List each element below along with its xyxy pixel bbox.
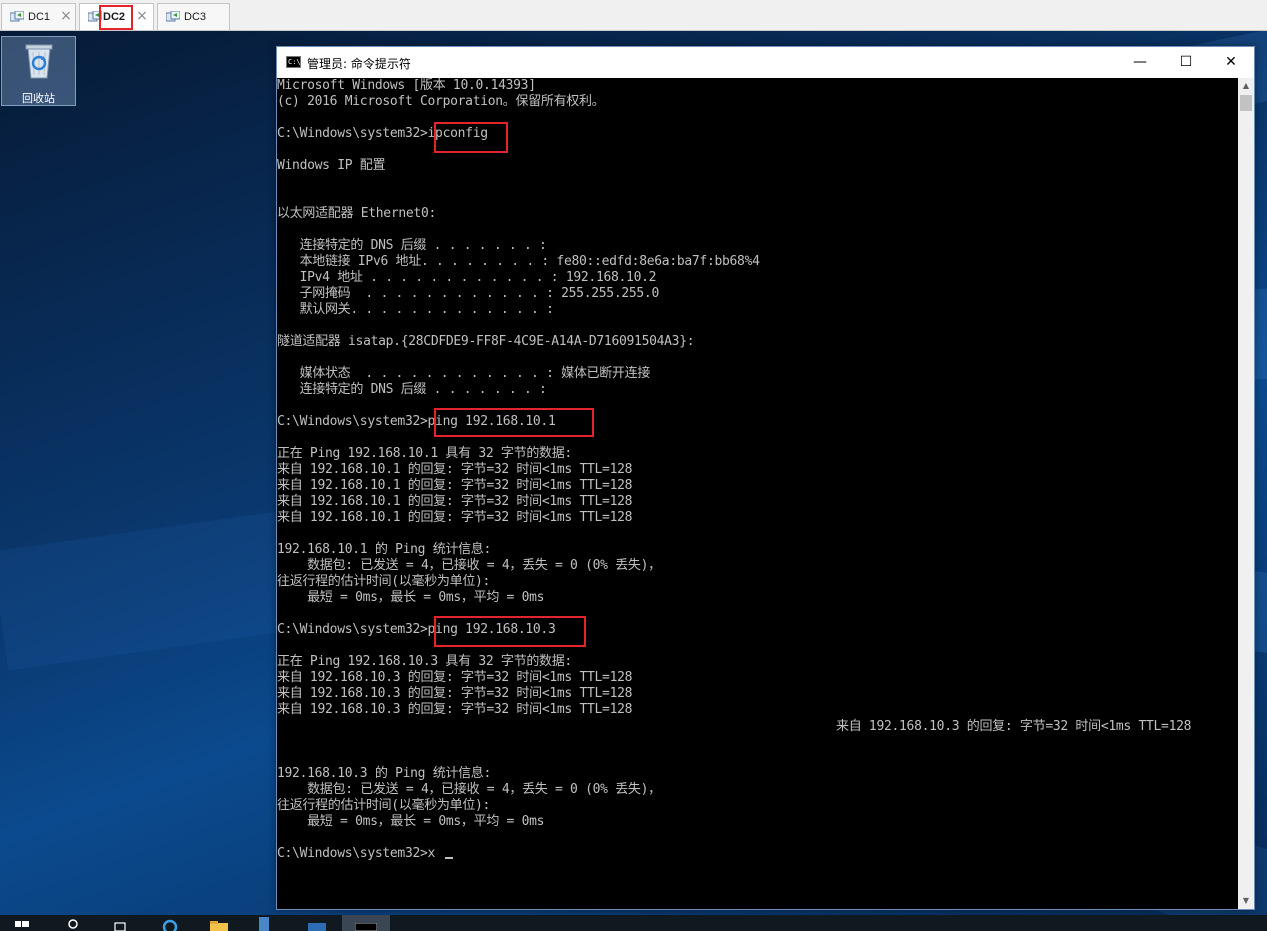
close-button[interactable]: ✕ [1208,47,1254,78]
file-explorer-icon[interactable] [208,915,230,931]
start-icon[interactable] [14,915,30,931]
console-line: 数据包: 已发送 = 4，已接收 = 4，丢失 = 0 (0% 丢失)， [277,558,661,573]
console-line: 来自 192.168.10.3 的回复: 字节=32 时间<1ms TTL=12… [277,670,633,685]
powershell-icon[interactable] [306,915,328,931]
scroll-down-icon[interactable]: ▼ [1238,893,1254,909]
console-line: C:\Windows\system32>ipconfig [277,126,488,141]
recycle-bin-icon [25,44,53,79]
cmd-icon: C:\ [286,56,301,68]
vm-icon [166,11,180,22]
vertical-scrollbar[interactable]: ▲ ▼ [1238,78,1254,909]
vm-tab-strip: DC1 × DC2 × DC3 [0,0,1267,31]
console-line: 数据包: 已发送 = 4，已接收 = 4，丢失 = 0 (0% 丢失)， [277,782,661,797]
scroll-up-icon[interactable]: ▲ [1238,78,1254,94]
highlight-box-ping-3 [434,616,586,647]
console-line: 默认网关. . . . . . . . . . . . . : [277,302,554,317]
highlight-box-ping-1 [434,408,594,437]
internet-explorer-icon[interactable] [160,915,180,931]
wallpaper-beam [0,509,306,671]
console-line: C:\Windows\system32>x [277,846,436,861]
highlight-box-dc2 [99,5,133,30]
console-line: 来自 192.168.10.3 的回复: 字节=32 时间<1ms TTL=12… [277,686,633,701]
taskbar [0,915,1267,931]
console-line: 本地链接 IPv6 地址. . . . . . . . : fe80::edfd… [277,254,760,269]
recycle-bin-label: 回收站 [22,92,55,105]
cmd-icon [355,923,377,931]
window-title: 管理员: 命令提示符 [307,57,411,71]
console-line: 最短 = 0ms，最长 = 0ms，平均 = 0ms [277,590,545,605]
scroll-thumb[interactable] [1240,95,1252,111]
taskbar-cmd-active[interactable] [342,915,390,931]
console-line: 来自 192.168.10.3 的回复: 字节=32 时间<1ms TTL=12… [277,702,633,717]
vm-tab-label: DC3 [184,11,207,23]
console-line: 正在 Ping 192.168.10.3 具有 32 字节的数据: [277,654,572,669]
text-cursor [445,857,453,859]
console-line: 正在 Ping 192.168.10.1 具有 32 字节的数据: [277,446,572,461]
console-output[interactable]: Microsoft Windows [版本 10.0.14393] (c) 201… [277,78,1238,909]
console-line: 192.168.10.3 的 Ping 统计信息: [277,766,492,781]
server-manager-icon[interactable] [256,915,272,931]
close-tab-icon[interactable]: × [59,8,73,24]
console-line: Microsoft Windows [版本 10.0.14393] [277,78,536,93]
console-line: 来自 192.168.10.1 的回复: 字节=32 时间<1ms TTL=12… [277,494,633,509]
console-line: 来自 192.168.10.1 的回复: 字节=32 时间<1ms TTL=12… [277,478,633,493]
console-line: 媒体状态 . . . . . . . . . . . . : 媒体已断开连接 [277,366,651,381]
vm-icon [10,11,24,22]
console-line: 以太网适配器 Ethernet0: [277,206,436,221]
command-prompt-window: C:\ 管理员: 命令提示符 — ☐ ✕ Microsoft Windows [… [276,46,1255,910]
console-line: 来自 192.168.10.1 的回复: 字节=32 时间<1ms TTL=12… [277,462,633,477]
console-line: (c) 2016 Microsoft Corporation。保留所有权利。 [277,94,605,109]
console-line: 子网掩码 . . . . . . . . . . . . : 255.255.2… [277,286,660,301]
vm-tab-dc3[interactable]: DC3 [157,3,230,30]
console-line: 往返行程的估计时间(以毫秒为单位): [277,574,491,589]
console-line: 连接特定的 DNS 后缀 . . . . . . . : [277,238,547,253]
console-lines: Microsoft Windows [版本 10.0.14393] (c) 201… [277,78,760,862]
console-line: 连接特定的 DNS 后缀 . . . . . . . : [277,382,547,397]
maximize-button[interactable]: ☐ [1163,47,1209,78]
console-line: Windows IP 配置 [277,158,386,173]
vm-tab-dc1[interactable]: DC1 × [1,3,76,30]
vm-tab-label: DC1 [28,11,51,23]
console-line: IPv4 地址 . . . . . . . . . . . . : 192.16… [277,270,657,285]
console-line: 往返行程的估计时间(以毫秒为单位): [277,798,491,813]
console-line: 隧道适配器 isatap.{28CDFDE9-FF8F-4C9E-A14A-D7… [277,334,695,349]
recycle-bin[interactable]: 回收站 [1,36,76,106]
window-titlebar[interactable]: C:\ 管理员: 命令提示符 — ☐ ✕ [277,47,1254,78]
search-icon[interactable] [64,915,80,931]
minimize-button[interactable]: — [1117,47,1163,78]
console-line: 来自 192.168.10.1 的回复: 字节=32 时间<1ms TTL=12… [277,510,633,525]
task-view-icon[interactable] [112,915,128,931]
close-tab-icon[interactable]: × [135,8,149,24]
console-line: 最短 = 0ms，最长 = 0ms，平均 = 0ms [277,814,545,829]
console-line: 192.168.10.1 的 Ping 统计信息: [277,542,492,557]
console-stray-line: 来自 192.168.10.3 的回复: 字节=32 时间<1ms TTL=12… [836,719,1192,734]
highlight-box-ipconfig [434,122,508,153]
